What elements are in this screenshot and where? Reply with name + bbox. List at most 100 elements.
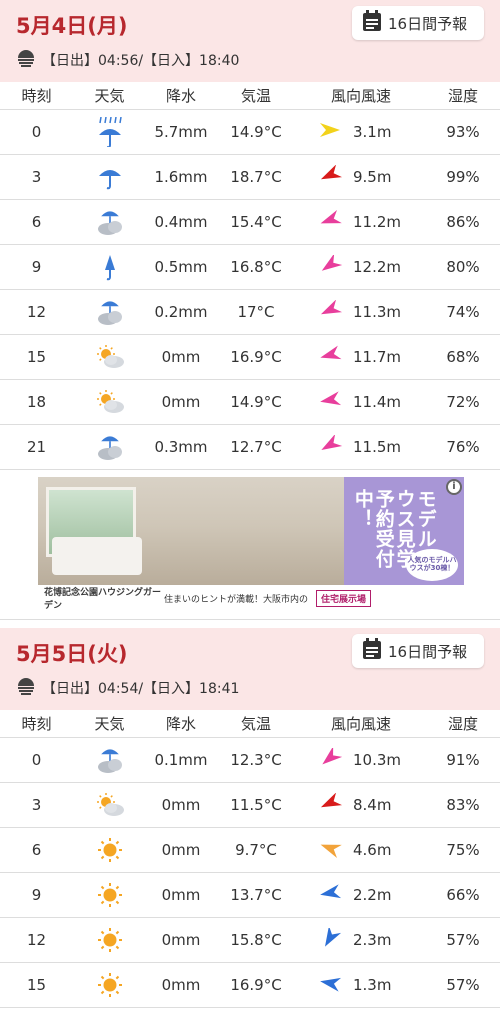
temp-cell: 13.7°C xyxy=(230,886,282,904)
day-forecast: 5月4日(月) 16日間予報 【日出】04:56/【日入】18:40 時刻 天気 降… xyxy=(0,0,500,470)
wind-speed: 12.2m xyxy=(353,258,402,276)
humidity-cell: 75% xyxy=(446,841,480,859)
precip-cell: 5.7mm xyxy=(154,123,208,141)
temp-cell: 15.4°C xyxy=(230,213,282,231)
hour-cell: 6 xyxy=(31,841,42,859)
table-row: 9 0.5mm 16.8°C 12.2m 80% xyxy=(0,245,500,290)
table-row: 9 0mm 13.7°C 2.2m 66% xyxy=(0,873,500,918)
sun-weather-icon xyxy=(73,835,146,865)
temp-cell: 18.7°C xyxy=(230,168,282,186)
sun-weather-icon xyxy=(73,925,146,955)
table-row: 3 0mm 11.5°C 8.4m 83% xyxy=(0,783,500,828)
wind-speed: 9.5m xyxy=(353,168,392,186)
temp-cell: 16.9°C xyxy=(230,348,282,366)
table-row: 12 0mm 15.8°C 2.3m 57% xyxy=(0,918,500,963)
column-header: 時刻 xyxy=(21,715,52,733)
date-heading: 5月5日(火) xyxy=(16,642,128,666)
wind-cell: 10.3m xyxy=(296,746,426,772)
wind-cell: 11.4m xyxy=(296,390,426,414)
ad-copy-panel: モデルハウス見学予約受付中！ 人気のモデルハウスが30棟！ xyxy=(344,477,464,585)
wind-arrow-icon xyxy=(317,120,343,144)
hour-cell: 0 xyxy=(31,123,42,141)
column-header: 降水 xyxy=(165,715,196,733)
wind-cell: 9.5m xyxy=(296,164,426,189)
sunrise-sunset: 【日出】04:56/【日入】18:40 xyxy=(16,48,239,72)
humidity-cell: 76% xyxy=(446,438,480,456)
calendar-icon xyxy=(362,10,388,36)
hour-cell: 9 xyxy=(31,886,42,904)
cloud-rain-weather-icon xyxy=(73,745,146,775)
16day-forecast-button[interactable]: 16日間予報 xyxy=(352,634,484,668)
hour-cell: 0 xyxy=(31,751,42,769)
wind-arrow-icon xyxy=(317,299,343,324)
humidity-cell: 80% xyxy=(446,258,480,276)
column-header: 風向風速 xyxy=(330,87,391,105)
wind-arrow-icon xyxy=(317,746,343,772)
ad-tagline: 住まいのヒントが満載！大阪市内の xyxy=(164,594,309,605)
temp-cell: 11.5°C xyxy=(230,796,282,814)
wind-speed: 2.3m xyxy=(353,931,392,949)
calendar-icon xyxy=(362,638,388,664)
rain-closed-weather-icon xyxy=(73,252,146,282)
temp-cell: 9.7°C xyxy=(235,841,277,859)
ad-info-icon[interactable]: i xyxy=(446,479,462,495)
ad-creative[interactable]: モデルハウス見学予約受付中！ 人気のモデルハウスが30棟！ 花博記念公園ハウジン… xyxy=(38,477,464,611)
wind-speed: 11.7m xyxy=(353,348,402,366)
table-row: 15 0mm 16.9°C 11.7m 68% xyxy=(0,335,500,380)
wind-cell: 11.7m xyxy=(296,345,426,369)
ad-tag: 住宅展示場 xyxy=(316,589,372,607)
wind-arrow-icon xyxy=(317,973,343,997)
humidity-cell: 86% xyxy=(446,213,480,231)
humidity-cell: 99% xyxy=(446,168,480,186)
wind-arrow-icon xyxy=(317,345,343,369)
temp-cell: 12.3°C xyxy=(230,751,282,769)
table-row: 12 0.2mm 17°C 11.3m 74% xyxy=(0,290,500,335)
temp-cell: 16.9°C xyxy=(230,976,282,994)
column-header: 時刻 xyxy=(21,87,52,105)
column-header: 天気 xyxy=(94,715,125,733)
wind-cell: 2.2m xyxy=(296,883,426,907)
day-header: 5月5日(火) 16日間予報 【日出】04:54/【日入】18:41 xyxy=(0,628,500,710)
humidity-cell: 83% xyxy=(446,796,480,814)
wind-speed: 1.3m xyxy=(353,976,392,994)
16day-forecast-button[interactable]: 16日間予報 xyxy=(352,6,484,40)
precip-cell: 0mm xyxy=(161,796,201,814)
advertisement-banner[interactable]: モデルハウス見学予約受付中！ 人気のモデルハウスが30棟！ 花博記念公園ハウジン… xyxy=(0,470,500,620)
temp-cell: 16.8°C xyxy=(230,258,282,276)
ad-badge: 人気のモデルハウスが30棟！ xyxy=(406,549,458,581)
wind-cell: 4.6m xyxy=(296,838,426,862)
precip-cell: 0mm xyxy=(161,976,201,994)
hour-cell: 3 xyxy=(31,796,42,814)
temp-cell: 14.9°C xyxy=(230,393,282,411)
humidity-cell: 72% xyxy=(446,393,480,411)
sun-weather-icon xyxy=(73,880,146,910)
rain-heavy-weather-icon xyxy=(73,117,146,147)
cloud-rain-weather-icon xyxy=(73,297,146,327)
wind-speed: 11.5m xyxy=(353,438,402,456)
temp-cell: 17°C xyxy=(237,303,275,321)
wind-cell: 11.2m xyxy=(296,210,426,234)
humidity-cell: 68% xyxy=(446,348,480,366)
sunrise-sunset-text: 【日出】04:54/【日入】18:41 xyxy=(42,681,240,697)
wind-speed: 11.2m xyxy=(353,213,402,231)
day-forecast: 5月5日(火) 16日間予報 【日出】04:54/【日入】18:41 時刻 天気 降… xyxy=(0,628,500,1008)
wind-cell: 3.1m xyxy=(296,120,426,144)
precip-cell: 0.3mm xyxy=(154,438,208,456)
hour-cell: 6 xyxy=(31,213,42,231)
table-row: 0 0.1mm 12.3°C 10.3m 91% xyxy=(0,738,500,783)
precip-cell: 0mm xyxy=(161,931,201,949)
wind-cell: 11.5m xyxy=(296,433,426,459)
wind-cell: 12.2m xyxy=(296,253,426,279)
table-row: 21 0.3mm 12.7°C 11.5m 76% xyxy=(0,425,500,470)
sun-cloud-weather-icon xyxy=(73,342,146,372)
temp-cell: 12.7°C xyxy=(230,438,282,456)
precip-cell: 0mm xyxy=(161,393,201,411)
humidity-cell: 91% xyxy=(446,751,480,769)
temp-cell: 15.8°C xyxy=(230,931,282,949)
day-header: 5月4日(月) 16日間予報 【日出】04:56/【日入】18:40 xyxy=(0,0,500,82)
humidity-cell: 74% xyxy=(446,303,480,321)
column-header: 天気 xyxy=(94,87,125,105)
humidity-cell: 57% xyxy=(446,931,480,949)
wind-arrow-icon xyxy=(317,210,343,234)
weather-page: 5月4日(月) 16日間予報 【日出】04:56/【日入】18:40 時刻 天気降… xyxy=(0,0,500,1008)
